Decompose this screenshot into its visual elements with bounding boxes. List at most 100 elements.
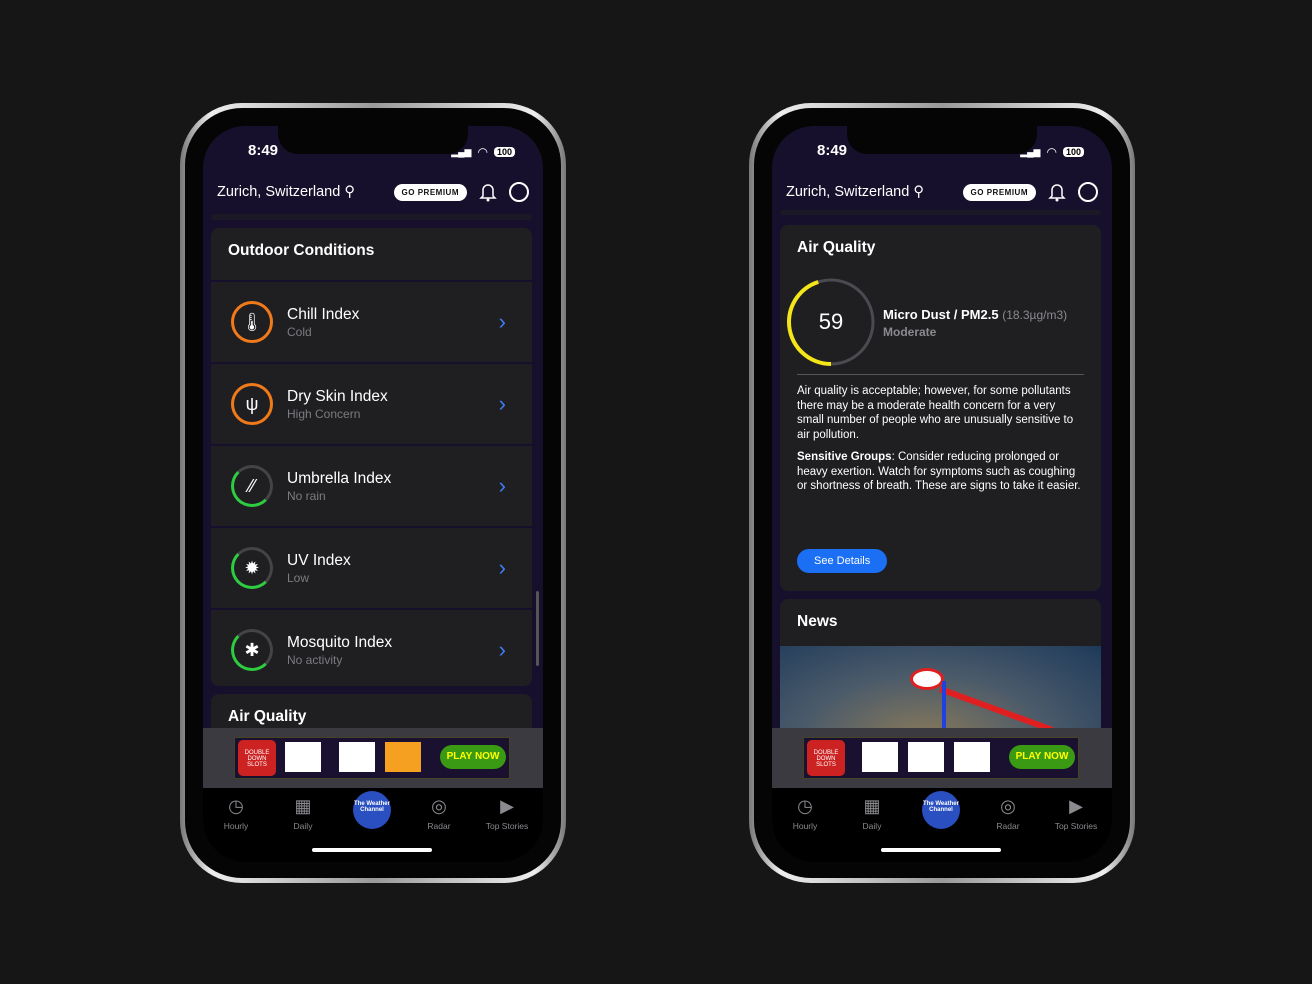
item-name: UV Index [287,551,351,569]
tab-label: Daily [293,821,313,831]
chevron-right-icon: › [498,555,506,580]
previous-card-edge [780,210,1101,215]
tab-daily[interactable]: ▦ Daily [273,796,333,831]
list-item-mosquito-index[interactable]: ✱ Mosquito Index No activity › [211,608,532,690]
section-title: News [797,613,838,630]
weather-channel-home-button[interactable]: The Weather Channel [353,791,391,829]
mosquito-icon: ✱ [231,629,273,671]
slot-reel [339,742,375,772]
play-now-button[interactable]: PLAY NOW [440,745,506,769]
status-icons: ▂▄▆ ◠ 100 [1020,145,1084,159]
cactus-icon: ψ [231,383,273,425]
sensitive-groups: Sensitive Groups: Consider reducing prol… [797,450,1084,494]
calendar-icon: ▦ [863,796,881,816]
concentration: (18.3µg/m3) [1002,308,1068,322]
scrollbar[interactable] [536,591,539,666]
play-now-button[interactable]: PLAY NOW [1009,745,1075,769]
go-premium-button[interactable]: GO PREMIUM [962,183,1036,201]
air-quality-card: Air Quality 59 Micro Dust / PM2.5 (18.3µ… [780,225,1101,591]
ad-banner[interactable]: DOUBLE DOWN SLOTS PLAY NOW [203,728,543,788]
location-search[interactable]: Zurich, Switzerland ⚲ [217,184,394,200]
weather-channel-home-button[interactable]: The Weather Channel [922,791,960,829]
aqi-value: 59 [818,309,844,334]
tab-hourly[interactable]: ◷ Hourly [206,796,266,831]
bell-icon[interactable] [479,182,497,202]
home-indicator[interactable] [312,848,432,852]
account-icon[interactable] [509,182,529,202]
search-icon: ⚲ [344,184,355,200]
tab-label: Top Stories [485,821,529,831]
sensitive-label: Sensitive Groups [797,451,892,463]
radar-icon: ◎ [431,796,447,816]
item-status: High Concern [287,406,361,421]
status-time: 8:49 [817,142,848,159]
item-name: Dry Skin Index [287,387,388,405]
signal-icon: ▂▄▆ [1020,146,1041,157]
bell-icon[interactable] [1048,182,1066,202]
slot-reel [908,742,944,772]
low-pressure-icon [910,668,944,690]
list-item-uv-index[interactable]: ✹ UV Index Low › [211,526,532,608]
news-card[interactable]: News [780,599,1101,739]
section-title: Air Quality [797,239,876,256]
list-item-chill-index[interactable]: 🌡 Chill Index Cold › [211,280,532,362]
header: Zurich, Switzerland ⚲ GO PREMIUM [217,181,529,203]
ad-content: DOUBLE DOWN SLOTS PLAY NOW [803,737,1079,779]
clock-icon: ◷ [228,796,244,816]
tab-radar[interactable]: ◎ Radar [409,796,469,831]
tab-top-stories[interactable]: ▶ Top Stories [1046,796,1106,831]
list-item-dry-skin-index[interactable]: ψ Dry Skin Index High Concern › [211,362,532,444]
outdoor-conditions-card: Outdoor Conditions 🌡 Chill Index Cold › ψ Dr… [211,228,532,686]
ad-logo: DOUBLE DOWN SLOTS [807,740,845,776]
pollutant-name: Micro Dust / PM2.5 [883,307,999,322]
slot-reel [954,742,990,772]
weather-front [938,686,1054,733]
previous-card-edge [211,214,532,220]
signal-icon: ▂▄▆ [451,146,472,157]
divider [797,374,1084,375]
aq-description: Air quality is acceptable; however, for … [797,385,1074,441]
tab-radar[interactable]: ◎ Radar [978,796,1038,831]
account-icon[interactable] [1078,182,1098,202]
item-status: Cold [287,324,312,339]
wifi-icon: ◠ [1046,145,1057,159]
search-icon: ⚲ [913,184,924,200]
radar-icon: ◎ [1000,796,1016,816]
pollutant: Micro Dust / PM2.5 (18.3µg/m3) [883,307,1067,322]
slot-reel [285,742,321,772]
news-map-image[interactable] [780,646,1101,739]
chevron-right-icon: › [498,309,506,334]
aqi-category: Moderate [883,325,937,339]
location-search[interactable]: Zurich, Switzerland ⚲ [786,184,963,200]
location-label: Zurich, Switzerland [217,184,341,200]
see-details-button[interactable]: See Details [797,549,888,573]
tab-top-stories[interactable]: ▶ Top Stories [477,796,537,831]
item-name: Umbrella Index [287,469,392,487]
header: Zurich, Switzerland ⚲ GO PREMIUM [786,181,1098,203]
ad-banner[interactable]: DOUBLE DOWN SLOTS PLAY NOW [772,728,1112,788]
status-icons: ▂▄▆ ◠ 100 [451,145,515,159]
home-indicator[interactable] [881,848,1001,852]
go-premium-button[interactable]: GO PREMIUM [393,183,467,201]
tab-daily[interactable]: ▦ Daily [842,796,902,831]
item-status: No activity [287,652,343,667]
location-label: Zurich, Switzerland [786,184,910,200]
calendar-icon: ▦ [294,796,312,816]
phone-left: 8:49 ▂▄▆ ◠ 100 Zurich, Switzerland ⚲ GO PR… [180,103,566,883]
slot-reel [862,742,898,772]
chevron-right-icon: › [498,473,506,498]
chevron-right-icon: › [498,391,506,416]
notch [847,126,1037,154]
play-icon: ▶ [500,796,514,816]
slot-reel [385,742,421,772]
status-time: 8:49 [248,142,279,159]
tab-label: Radar [427,821,451,831]
tab-label: Daily [862,821,882,831]
rain-icon: ⁄⁄ [231,465,273,507]
sun-icon: ✹ [231,547,273,589]
notch [278,126,468,154]
list-item-umbrella-index[interactable]: ⁄⁄ Umbrella Index No rain › [211,444,532,526]
item-status: No rain [287,488,326,503]
tab-label: Top Stories [1054,821,1098,831]
tab-hourly[interactable]: ◷ Hourly [775,796,835,831]
